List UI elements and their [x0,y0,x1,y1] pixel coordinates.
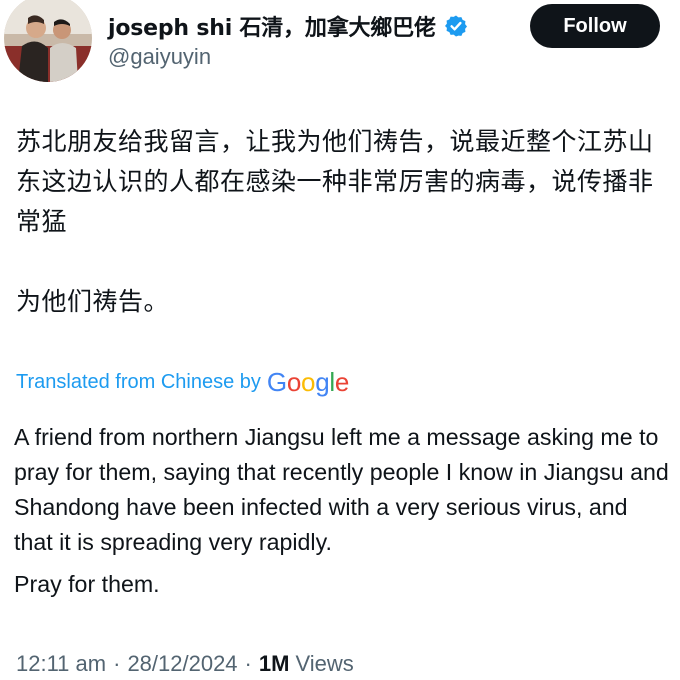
google-logo: Google [267,367,349,398]
tweet-meta: 12:11 am · 28/12/2024 · 1M Views [16,648,354,680]
meta-separator: · [244,651,252,676]
google-logo-letter: G [266,366,287,397]
author-handle[interactable]: @gaiyuyin [108,44,211,70]
original-paragraph: 苏北朋友给我留言，让我为他们祷告，说最近整个江苏山东这边认识的人都在感染一种非常… [16,127,654,236]
verified-badge-icon[interactable] [444,14,468,38]
author-name-row[interactable]: joseph shi 石清，加拿大鄉巴佬 [108,10,468,42]
follow-button[interactable]: Follow [530,4,660,48]
avatar-photo [4,0,92,82]
tweet: joseph shi 石清，加拿大鄉巴佬 @gaiyuyin Follow 苏北… [0,0,680,680]
author-display-name[interactable]: joseph shi 石清，加拿大鄉巴佬 [108,10,436,42]
google-logo-letter: o [286,366,302,397]
tweet-time[interactable]: 12:11 am [16,651,106,677]
translated-label[interactable]: Translated from Chinese by [16,371,261,394]
translation-attribution[interactable]: Translated from Chinese by Google [16,364,349,400]
google-logo-letter: e [334,366,350,397]
original-paragraph: 为他们祷告。 [16,287,170,316]
translated-paragraph: Pray for them. [14,571,160,597]
meta-separator: · [113,651,121,676]
translated-paragraph: A friend from northern Jiangsu left me a… [14,424,669,555]
tweet-translated-text: A friend from northern Jiangsu left me a… [14,420,670,602]
google-logo-letter: o [301,366,316,397]
views-count[interactable]: 1M [259,651,290,677]
google-logo-letter: g [315,366,330,397]
avatar[interactable] [4,0,92,82]
views-label: Views [295,651,354,676]
tweet-original-text: 苏北朋友给我留言，让我为他们祷告，说最近整个江苏山东这边认识的人都在感染一种非常… [16,122,668,322]
tweet-date[interactable]: 28/12/2024 [127,651,237,677]
